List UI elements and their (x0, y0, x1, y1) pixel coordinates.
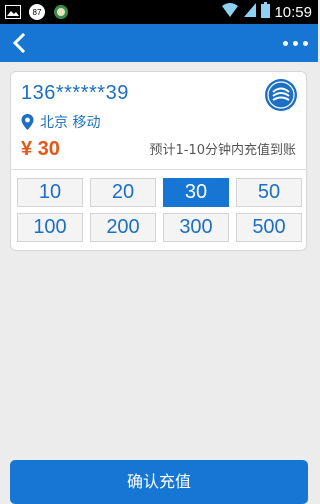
wifi-icon (221, 2, 239, 22)
notification-count: 87 (33, 8, 42, 17)
clock: 10:59 (274, 3, 312, 21)
arrival-estimate: 预计1-10分钟内充值到账 (149, 143, 296, 158)
amount-option[interactable]: 200 (90, 213, 156, 242)
location-pin-icon (21, 114, 34, 130)
china-mobile-logo (264, 78, 298, 112)
phone-number: 136******39 (21, 82, 129, 104)
status-bar: 87 10:59 (0, 0, 318, 24)
recharge-card: 136******39 北京 移动 ¥ 30 预计1-10分钟内充值到账 10 … (10, 71, 307, 251)
more-dot (282, 40, 288, 46)
amount-option[interactable]: 30 (163, 178, 229, 207)
battery-icon (261, 2, 271, 22)
back-arrow-icon (12, 32, 26, 54)
region-text: 北京 移动 (40, 115, 101, 131)
amount-option[interactable]: 50 (236, 178, 302, 207)
top-toolbar (0, 24, 318, 62)
amount-option[interactable]: 100 (17, 213, 83, 242)
status-right-icons: 10:59 (221, 2, 312, 22)
app-notification-icon (52, 3, 70, 21)
divider (11, 169, 306, 170)
amount-option[interactable]: 10 (17, 178, 83, 207)
amount-option[interactable]: 300 (163, 213, 229, 242)
badge-icon: 87 (28, 3, 46, 21)
back-button[interactable] (8, 31, 34, 55)
image-notification-icon (4, 3, 22, 21)
price-label: ¥ 30 (21, 138, 60, 160)
more-dot (292, 40, 298, 46)
status-left-icons: 87 (4, 3, 70, 21)
more-dot (302, 40, 308, 46)
signal-icon (243, 2, 257, 22)
amount-option[interactable]: 500 (236, 213, 302, 242)
carrier-region: 北京 移动 (21, 112, 100, 132)
amount-option[interactable]: 20 (90, 178, 156, 207)
more-options-button[interactable] (280, 32, 310, 54)
confirm-recharge-button[interactable]: 确认充值 (10, 460, 308, 504)
